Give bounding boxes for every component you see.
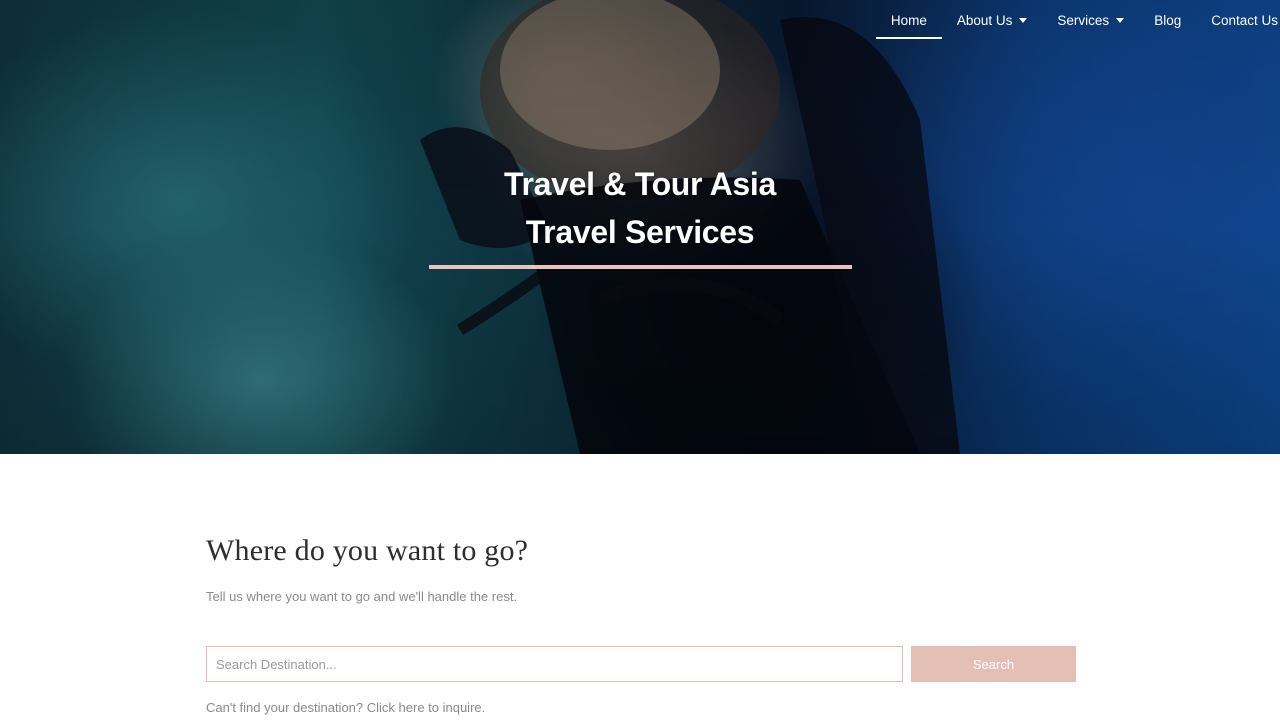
hero-title: Travel & Tour Asia Travel Services	[0, 160, 1280, 256]
hero-title-line-2: Travel Services	[525, 214, 755, 250]
nav-item-label: About Us	[956, 12, 1013, 28]
section-heading: Where do you want to go?	[206, 534, 529, 567]
section-subtext: Tell us where you want to go and we'll h…	[206, 589, 518, 604]
nav-item-label: Services	[1057, 12, 1110, 28]
nav-item-label: Home	[890, 12, 927, 28]
hero-banner: Home About Us Services Blog Contact Us T…	[0, 0, 1280, 454]
hero-divider	[429, 265, 852, 269]
caret-down-icon	[1019, 17, 1028, 23]
caret-down-icon	[1116, 17, 1125, 23]
hero-title-line-1: Travel & Tour Asia	[503, 166, 777, 202]
search-button[interactable]: Search	[911, 646, 1076, 682]
inquire-link[interactable]: Can't find your destination? Click here …	[206, 700, 485, 715]
nav-item-blog[interactable]: Blog	[1139, 0, 1196, 40]
nav-item-about-us[interactable]: About Us	[942, 0, 1043, 40]
main-navigation: Home About Us Services Blog Contact Us	[875, 0, 1280, 40]
nav-item-label: Blog	[1154, 12, 1182, 28]
nav-item-label: Contact Us	[1211, 12, 1278, 28]
nav-item-services[interactable]: Services	[1042, 0, 1139, 40]
destination-search-input[interactable]	[206, 646, 903, 682]
nav-item-contact-us[interactable]: Contact Us	[1196, 0, 1280, 40]
nav-item-home[interactable]: Home	[875, 0, 942, 40]
